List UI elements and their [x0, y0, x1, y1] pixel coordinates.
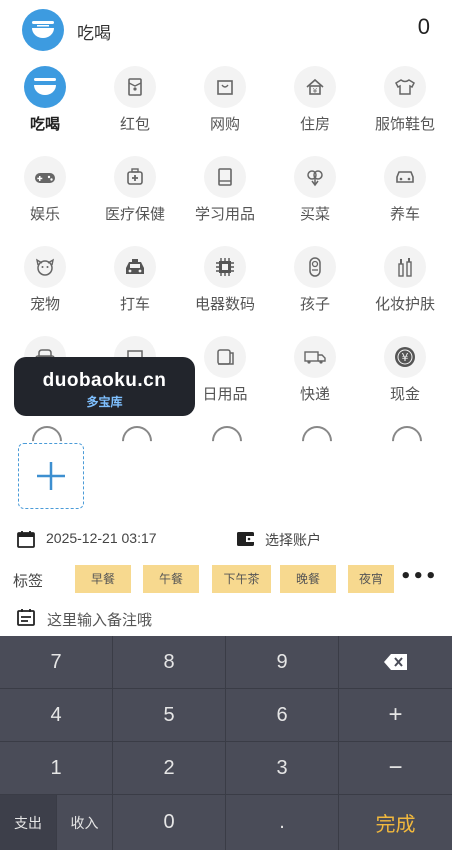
bowl-icon	[22, 9, 64, 51]
partial-category-row	[0, 420, 452, 442]
gamepad-icon	[24, 156, 66, 198]
key-0[interactable]: 0	[113, 795, 226, 850]
taxi-icon	[114, 246, 156, 288]
key-4[interactable]: 4	[0, 689, 113, 742]
selected-category-label: 吃喝	[77, 24, 111, 44]
bowl-icon	[24, 66, 66, 108]
category-label: 网购	[209, 115, 240, 133]
calendar-icon[interactable]	[16, 529, 36, 553]
category-item-car-maintenance[interactable]: 养车	[360, 152, 450, 240]
tag-chip[interactable]: 夜宵	[348, 565, 394, 593]
category-item-housing[interactable]: ¥ 住房	[270, 62, 360, 150]
done-button[interactable]: 完成	[339, 795, 452, 850]
category-label: 吃喝	[29, 115, 60, 133]
category-item-clothing[interactable]: 服饰鞋包	[360, 62, 450, 150]
category-label: 快递	[299, 385, 330, 403]
key-2[interactable]: 2	[113, 742, 226, 795]
category-label: 现金	[389, 385, 420, 403]
header: 吃喝 0	[0, 0, 452, 58]
account-selector[interactable]: 选择账户	[265, 530, 321, 550]
category-item-eat-drink[interactable]: 吃喝	[0, 62, 90, 150]
category-item-cash[interactable]: ¥ 现金	[360, 332, 450, 420]
red-packet-icon	[114, 66, 156, 108]
backspace-button[interactable]	[339, 636, 452, 689]
svg-text:¥: ¥	[402, 351, 409, 364]
category-label: 打车	[119, 295, 150, 313]
car-icon	[384, 156, 426, 198]
book-icon	[204, 156, 246, 198]
category-label: 红包	[119, 115, 150, 133]
category-item-electronics[interactable]: 电器数码	[180, 242, 270, 330]
paper-roll-icon	[204, 336, 246, 378]
key-3[interactable]: 3	[226, 742, 339, 795]
watermark-subtext: 多宝库	[86, 395, 123, 409]
wallet-icon[interactable]	[235, 529, 257, 553]
svg-text:¥: ¥	[313, 87, 318, 95]
minus-key[interactable]: −	[339, 742, 452, 795]
tag-chip[interactable]: 早餐	[75, 565, 131, 593]
baby-icon	[294, 246, 336, 288]
category-label: 化妆护肤	[374, 295, 435, 313]
key-7[interactable]: 7	[0, 636, 113, 689]
cosmetics-icon	[384, 246, 426, 288]
plus-key[interactable]: +	[339, 689, 452, 742]
add-category-button[interactable]	[18, 443, 84, 509]
watermark-logo: duobaoku.cn 多宝库	[14, 357, 195, 416]
key-8[interactable]: 8	[113, 636, 226, 689]
coin-icon: ¥	[384, 336, 426, 378]
category-item-express[interactable]: 快递	[270, 332, 360, 420]
income-toggle[interactable]: 收入	[57, 795, 113, 850]
vegetable-icon	[294, 156, 336, 198]
watermark-text: duobaoku.cn	[42, 370, 167, 391]
category-item-online-shopping[interactable]: 网购	[180, 62, 270, 150]
category-label: 娱乐	[29, 205, 60, 223]
number-keypad: 7 8 9 4 5 6 + 1 2 3 − 支出 收入 0 . 完成	[0, 636, 452, 850]
note-row: 这里输入备注哦	[0, 604, 452, 632]
category-item-children[interactable]: 孩子	[270, 242, 360, 330]
decimal-key[interactable]: .	[226, 795, 339, 850]
tag-row: 标签 早餐 午餐 下午茶 晚餐 夜宵 •••	[0, 564, 452, 594]
truck-icon	[294, 336, 336, 378]
category-item-cosmetics[interactable]: 化妆护肤	[360, 242, 450, 330]
more-tags-button[interactable]: •••	[400, 566, 438, 587]
dog-icon	[24, 246, 66, 288]
category-label: 孩子	[299, 295, 330, 313]
category-label: 医疗保健	[104, 205, 165, 223]
category-item-groceries[interactable]: 买菜	[270, 152, 360, 240]
category-label: 学习用品	[194, 205, 255, 223]
note-icon	[16, 607, 36, 631]
tag-chip[interactable]: 午餐	[143, 565, 199, 593]
category-label: 电器数码	[194, 295, 255, 313]
backspace-icon	[383, 654, 407, 670]
category-label: 养车	[389, 205, 420, 223]
shopping-bag-icon	[204, 66, 246, 108]
category-item-entertainment[interactable]: 娱乐	[0, 152, 90, 240]
category-item-medical[interactable]: 医疗保健	[90, 152, 180, 240]
info-row: 2025-12-21 03:17 选择账户	[0, 526, 452, 554]
shirt-icon	[384, 66, 426, 108]
category-item-red-packet[interactable]: 红包	[90, 62, 180, 150]
key-5[interactable]: 5	[113, 689, 226, 742]
house-icon: ¥	[294, 66, 336, 108]
category-label: 服饰鞋包	[374, 115, 435, 133]
key-1[interactable]: 1	[0, 742, 113, 795]
category-item-pets[interactable]: 宠物	[0, 242, 90, 330]
category-item-taxi[interactable]: 打车	[90, 242, 180, 330]
category-label: 宠物	[29, 295, 60, 313]
category-label: 买菜	[299, 205, 330, 223]
plus-icon	[37, 462, 65, 490]
category-label: 住房	[299, 115, 330, 133]
expense-toggle[interactable]: 支出	[0, 795, 57, 850]
tag-chip[interactable]: 晚餐	[280, 565, 336, 593]
key-9[interactable]: 9	[226, 636, 339, 689]
tag-row-label: 标签	[13, 572, 44, 590]
tag-chip[interactable]: 下午茶	[212, 565, 271, 593]
datetime-picker[interactable]: 2025-12-21 03:17	[46, 530, 157, 546]
medical-kit-icon	[114, 156, 156, 198]
key-6[interactable]: 6	[226, 689, 339, 742]
category-item-study-supplies[interactable]: 学习用品	[180, 152, 270, 240]
note-input[interactable]: 这里输入备注哦	[47, 609, 152, 630]
amount-display: 0	[417, 14, 430, 39]
chip-icon	[204, 246, 246, 288]
